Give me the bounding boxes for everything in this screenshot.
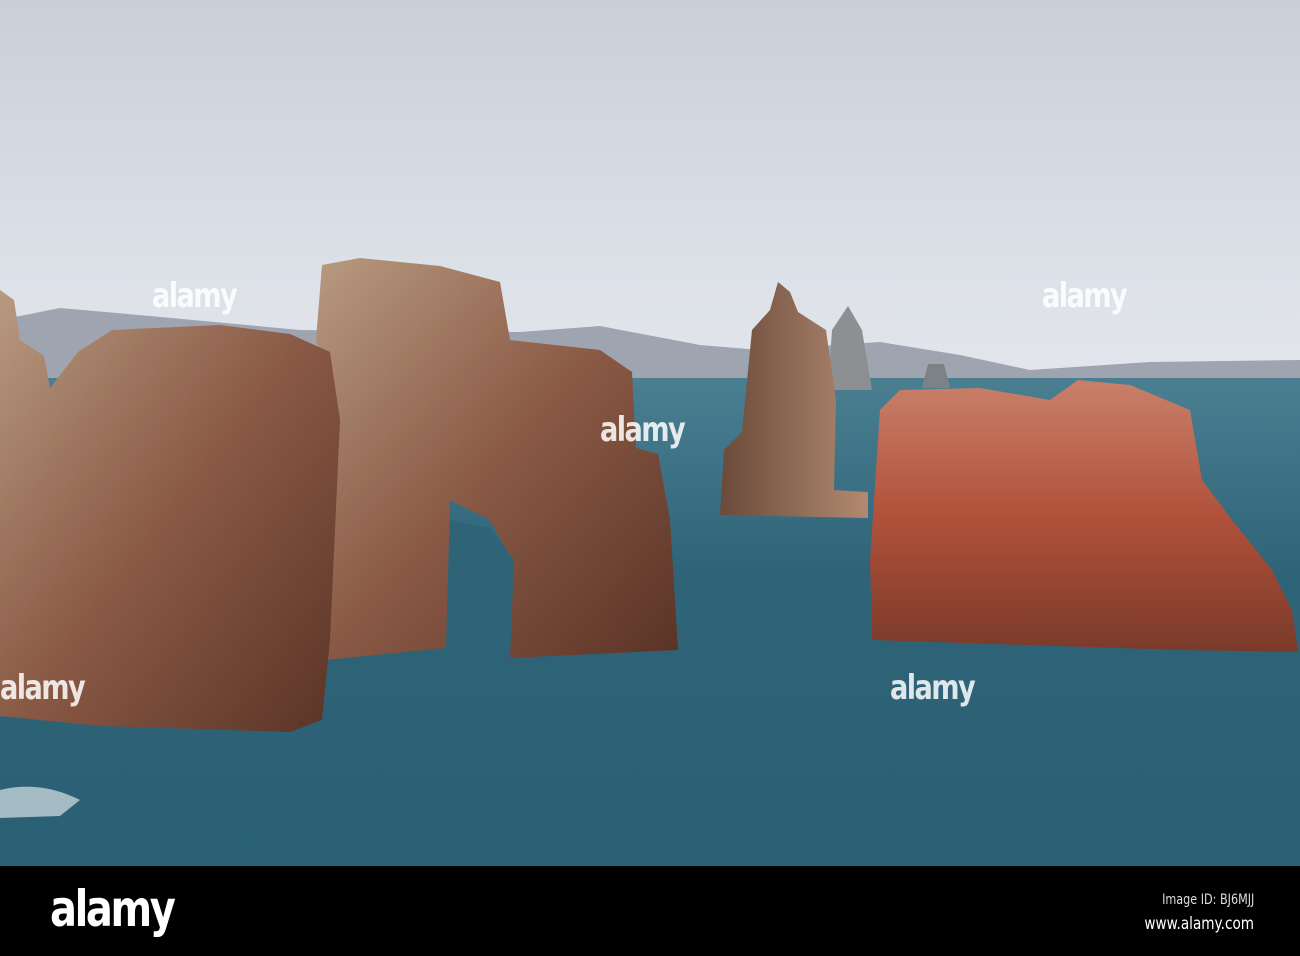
website-link[interactable]: www.alamy.com [1144,914,1254,934]
image-id: Image ID: BJ6MJJ [1161,892,1254,908]
watermark: alamy [152,276,238,316]
watermark: alamy [1042,276,1128,316]
watermark: alamy [0,668,86,708]
watermark: alamy [600,410,686,450]
watermark: alamy [890,668,976,708]
alamy-logo: alamy [50,880,176,938]
stock-photo: alamy alamy alamy alamy alamy alamy Imag… [0,0,1300,956]
footer-bar: alamy Image ID: BJ6MJJ www.alamy.com [0,866,1300,956]
